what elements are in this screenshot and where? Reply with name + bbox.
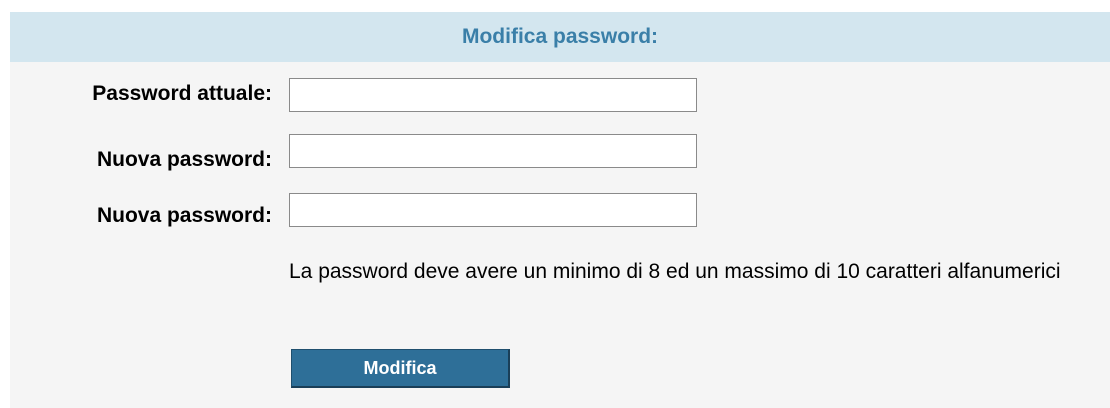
modifica-button[interactable]: Modifica: [291, 349, 510, 388]
confirm-password-label: Nuova password:: [96, 204, 272, 227]
current-password-label: Password attuale:: [92, 82, 272, 105]
panel-header: Modifica password:: [10, 12, 1110, 62]
new-password-label: Nuova password:: [96, 148, 272, 171]
change-password-panel: Modifica password: Password attuale: Nuo…: [10, 12, 1110, 408]
current-password-input[interactable]: [289, 78, 697, 112]
confirm-password-input[interactable]: [289, 193, 697, 227]
password-requirements-hint: La password deve avere un minimo di 8 ed…: [289, 260, 1061, 283]
new-password-input[interactable]: [289, 134, 697, 168]
panel-title: Modifica password:: [461, 25, 659, 48]
